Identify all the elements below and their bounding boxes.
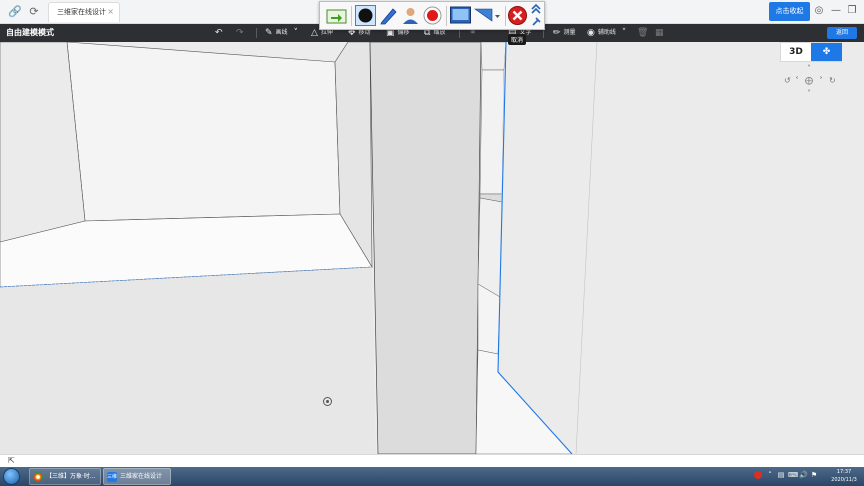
pin-icon[interactable] bbox=[530, 16, 542, 28]
back-button[interactable]: 返回 bbox=[827, 27, 857, 39]
guide-line-label: 辅助线 bbox=[597, 29, 616, 36]
screen-capture-icon[interactable] bbox=[326, 5, 347, 26]
nav-center-icon[interactable]: ⨁ bbox=[805, 76, 813, 86]
guide-icon: ◉ bbox=[587, 28, 595, 38]
central-column[interactable] bbox=[369, 42, 482, 454]
left-wall-recess-back[interactable] bbox=[66, 42, 341, 222]
walk-icon: ✤ bbox=[822, 47, 831, 57]
tray-app-icon[interactable] bbox=[754, 471, 762, 479]
link-icon[interactable]: 🔗 bbox=[8, 5, 22, 19]
browser-app-icon bbox=[33, 472, 43, 482]
pen-color-icon[interactable] bbox=[355, 5, 376, 26]
webcam-user-icon[interactable] bbox=[400, 5, 421, 26]
lower-wall[interactable] bbox=[0, 267, 376, 454]
tray-network-icon[interactable]: ▤ bbox=[777, 471, 785, 479]
start-button[interactable] bbox=[3, 468, 20, 485]
record-icon[interactable] bbox=[422, 5, 443, 26]
nav-rotate-right-icon[interactable]: ↻ bbox=[829, 76, 836, 86]
measure-tool[interactable]: ✏ 测量 bbox=[553, 27, 576, 39]
cursor-select-icon[interactable]: ⇱ bbox=[8, 456, 15, 465]
offset-label: 偏移 bbox=[397, 29, 410, 36]
region-select-icon[interactable] bbox=[474, 5, 502, 26]
nav-down-icon[interactable]: ˅ bbox=[807, 89, 811, 99]
recorder-divider bbox=[446, 6, 447, 26]
taskbar-item-browser[interactable]: 【三维】万象·时... bbox=[29, 468, 101, 485]
browser-tab-title: 三维家在线设计 bbox=[57, 8, 106, 16]
browser-tab[interactable]: 三维家在线设计 × bbox=[48, 2, 120, 22]
draw-line-tool[interactable]: ✎ 画线 ˅ bbox=[265, 27, 301, 39]
walk-mode-button[interactable]: ✤ bbox=[811, 43, 842, 61]
recorder-tooltip: 取消 bbox=[508, 34, 527, 45]
tray-flag-icon[interactable]: ⚑ bbox=[810, 471, 818, 479]
view-mode-toggle[interactable]: 3D ✤ bbox=[780, 42, 842, 62]
collapse-up-icon[interactable] bbox=[530, 3, 542, 15]
view-3d-button[interactable]: 3D bbox=[781, 43, 811, 61]
guide-line-tool[interactable]: ◉ 辅助线 ˅ bbox=[587, 27, 629, 39]
right-wall[interactable] bbox=[498, 42, 864, 454]
recorder-divider bbox=[351, 6, 352, 26]
recorder-toolbar bbox=[319, 1, 545, 30]
recorder-divider bbox=[505, 6, 506, 26]
undo-button[interactable]: ↶ bbox=[215, 27, 226, 39]
cursor-marker-icon bbox=[323, 397, 332, 406]
move-label: 移动 bbox=[358, 29, 371, 36]
push-pull-label: 拉伸 bbox=[320, 29, 333, 36]
tray-chevron-icon[interactable]: ˄ bbox=[766, 471, 774, 479]
delete-button[interactable]: 🗑 bbox=[637, 27, 651, 39]
chevron-down-icon[interactable]: ˅ bbox=[622, 28, 627, 38]
taskbar-item-label: 【三维】万象·时... bbox=[46, 473, 96, 480]
nav-left-icon[interactable]: ˂ bbox=[795, 76, 799, 86]
maximize-icon[interactable]: ❐ bbox=[845, 4, 859, 18]
clock-date: 2020/11/3 bbox=[831, 477, 857, 483]
measure-label: 测量 bbox=[563, 29, 576, 36]
pen-icon[interactable] bbox=[378, 5, 399, 26]
tab-close-icon[interactable]: × bbox=[107, 3, 114, 21]
tray-speaker-icon[interactable]: 🔊 bbox=[799, 471, 808, 479]
fullscreen-icon[interactable] bbox=[450, 5, 471, 26]
collect-button[interactable]: 点击收起 bbox=[769, 2, 810, 21]
trash-icon: 🗑 bbox=[637, 28, 649, 38]
mode-title: 自由建模模式 bbox=[6, 28, 54, 37]
draw-line-label: 画线 bbox=[275, 29, 288, 36]
taskbar-clock[interactable]: 17:37 2020/11/3 bbox=[826, 468, 862, 484]
gap-upper[interactable] bbox=[479, 69, 505, 195]
refresh-icon[interactable]: ⟳ bbox=[27, 5, 41, 19]
ruler-icon: ✏ bbox=[553, 28, 561, 38]
status-strip: ⇱ bbox=[0, 454, 864, 467]
redo-button[interactable]: ↷ bbox=[236, 27, 247, 39]
clock-time: 17:37 bbox=[836, 469, 852, 475]
push-pull-icon: △ bbox=[311, 28, 318, 38]
undo-icon: ↶ bbox=[215, 28, 223, 38]
toolbar-divider bbox=[256, 28, 257, 38]
settings-circle-icon[interactable]: ◎ bbox=[812, 4, 826, 18]
screen: 🔗 ⟳ 三维家在线设计 × 点击收起 ◎ — ❐ 自由建模模式 ↶ ↷ ✎ 画线 … bbox=[0, 0, 864, 486]
pencil-icon: ✎ bbox=[265, 28, 273, 38]
3d-viewport[interactable] bbox=[0, 42, 864, 454]
taskbar-item-label: 三维家在线设计 bbox=[120, 473, 163, 480]
os-taskbar: 【三维】万象·时... 三维 三维家在线设计 ˄ ▤ ⌨ 🔊 ⚑ 17:37 2… bbox=[0, 467, 864, 486]
gap-middle[interactable] bbox=[477, 197, 503, 298]
system-tray: ˄ ▤ ⌨ 🔊 ⚑ bbox=[752, 470, 822, 483]
taskbar-item-3d-design[interactable]: 三维 三维家在线设计 bbox=[103, 468, 171, 485]
nav-rotate-left-icon[interactable]: ↺ bbox=[784, 76, 791, 86]
minimize-icon[interactable]: — bbox=[829, 4, 843, 18]
chevron-down-icon[interactable]: ˅ bbox=[293, 28, 298, 38]
3d-scene[interactable] bbox=[0, 42, 864, 454]
nav-right-icon[interactable]: ˃ bbox=[819, 76, 823, 86]
redo-icon: ↷ bbox=[236, 28, 244, 38]
cancel-close-icon[interactable] bbox=[507, 5, 528, 26]
gap-top[interactable] bbox=[480, 42, 507, 71]
3d-design-app-icon: 三维 bbox=[107, 472, 118, 482]
navigation-pad: ˄ ↺ ˂ ⨁ ˃ ↻ ˅ bbox=[783, 64, 839, 100]
scale-label: 缩放 bbox=[433, 29, 446, 36]
grid-toggle[interactable]: ▦ bbox=[655, 27, 667, 39]
tray-keyboard-icon[interactable]: ⌨ bbox=[788, 471, 798, 479]
grid-icon: ▦ bbox=[655, 28, 664, 38]
nav-up-icon[interactable]: ˄ bbox=[807, 64, 811, 74]
